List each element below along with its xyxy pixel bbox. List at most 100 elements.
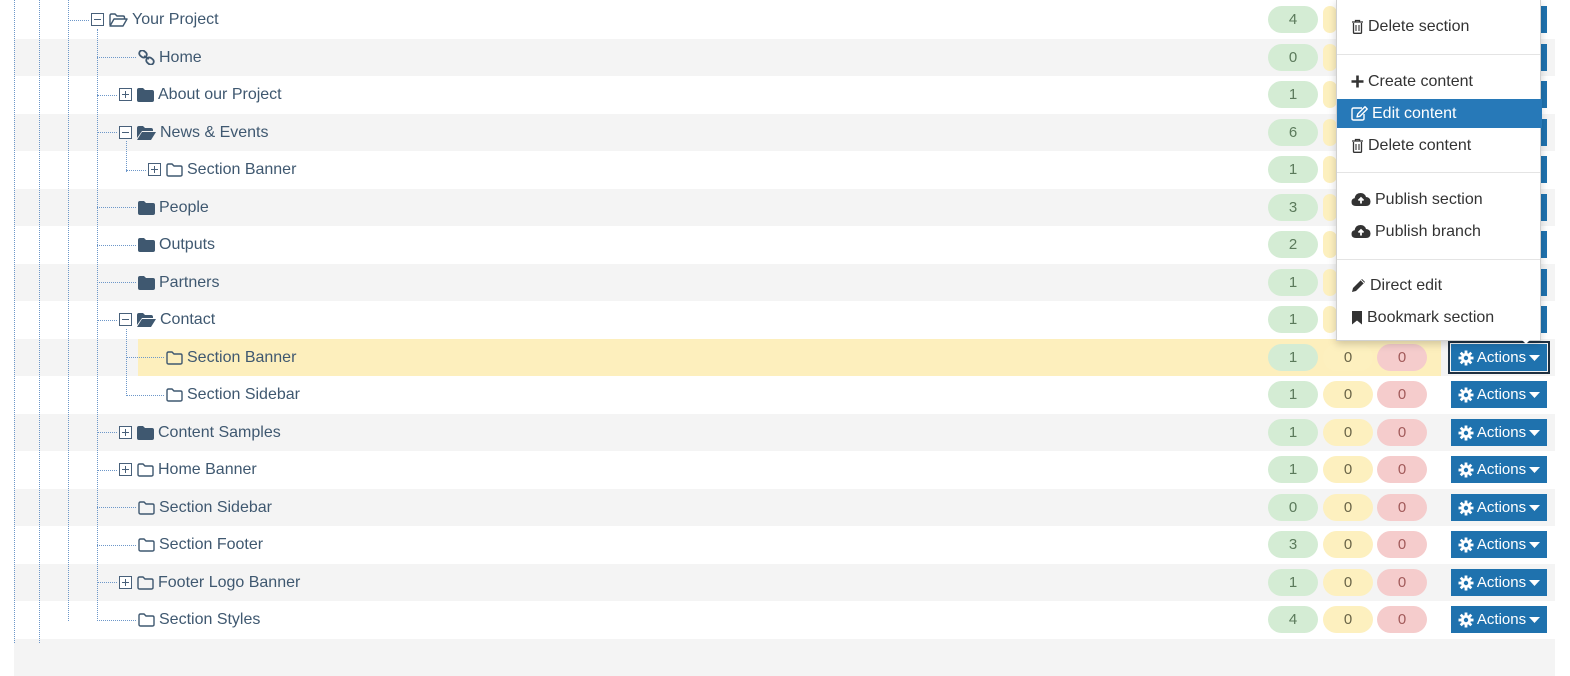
expand-toggle-icon[interactable] — [119, 576, 132, 589]
tree-connector — [68, 20, 89, 21]
actions-button[interactable]: Actions — [1451, 419, 1547, 446]
collapse-toggle-icon[interactable] — [119, 126, 132, 139]
menu-item-direct-edit[interactable]: Direct edit — [1337, 271, 1542, 300]
error-count-badge: 0 — [1377, 381, 1427, 408]
tree-node-label[interactable]: Footer Logo Banner — [158, 574, 300, 592]
actions-button[interactable]: Actions — [1451, 531, 1547, 558]
folder-outline-icon — [137, 575, 154, 590]
caret-down-icon — [1529, 429, 1541, 436]
tree-node-label[interactable]: Content Samples — [158, 424, 281, 442]
published-count-badge: 1 — [1268, 344, 1318, 371]
draft-count-badge: 0 — [1323, 494, 1373, 521]
tree-node[interactable]: News & Events — [119, 114, 268, 151]
menu-item-delete-section[interactable]: Delete section — [1337, 12, 1542, 41]
tree-node-label[interactable]: People — [159, 199, 209, 217]
menu-item-label: Create content — [1368, 72, 1473, 90]
tree-node-label[interactable]: Outputs — [159, 236, 215, 254]
actions-button-label: Actions — [1476, 499, 1527, 516]
tree-connector — [126, 170, 146, 171]
section-tree: Your Project 4 Home 0 About our Project 1 News… — [0, 0, 1570, 676]
cloud-upload-icon — [1351, 224, 1375, 239]
tree-node-label[interactable]: Contact — [160, 311, 215, 329]
published-count-badge: 4 — [1268, 606, 1318, 633]
expand-toggle-icon[interactable] — [119, 88, 132, 101]
folder-solid-icon — [138, 275, 155, 290]
tree-node-label[interactable]: Partners — [159, 274, 219, 292]
tree-node[interactable]: People — [138, 189, 209, 226]
tree-node-label[interactable]: Home — [159, 49, 202, 67]
tree-node-label[interactable]: Home Banner — [158, 461, 257, 479]
draft-count-badge — [1323, 6, 1337, 33]
tree-node[interactable]: Section Banner — [166, 339, 296, 376]
tree-guide-line — [39, 0, 40, 643]
gear-icon — [1458, 462, 1474, 478]
tree-node-label[interactable]: Your Project — [132, 11, 219, 29]
menu-item-edit-content[interactable]: Edit content — [1337, 99, 1542, 128]
collapse-toggle-icon[interactable] — [91, 13, 104, 26]
draft-count-badge: 0 — [1323, 456, 1373, 483]
tree-node[interactable]: Section Footer — [138, 526, 263, 563]
tree-node[interactable]: Footer Logo Banner — [119, 564, 300, 601]
tree-node[interactable]: Section Sidebar — [138, 489, 272, 526]
tree-node[interactable]: Section Sidebar — [166, 376, 300, 413]
menu-item-create-content[interactable]: Create content — [1337, 67, 1542, 96]
folder-open-solid-icon — [137, 312, 156, 327]
menu-item-publish-section[interactable]: Publish section — [1337, 185, 1542, 214]
tree-node-label[interactable]: Section Sidebar — [187, 386, 300, 404]
menu-item-delete-content[interactable]: Delete content — [1337, 131, 1542, 160]
actions-button[interactable] — [1541, 156, 1547, 183]
actions-button[interactable]: Actions — [1451, 606, 1547, 633]
tree-node-label[interactable]: Section Styles — [159, 611, 260, 629]
folder-open-outline-icon — [109, 12, 128, 27]
draft-count-badge — [1323, 194, 1337, 221]
tree-node-label[interactable]: News & Events — [160, 124, 268, 142]
tree-node[interactable]: Section Styles — [138, 601, 260, 638]
actions-button-label: Actions — [1476, 574, 1527, 591]
tree-row — [14, 639, 1555, 676]
draft-count-badge — [1323, 119, 1337, 146]
tree-node[interactable]: Content Samples — [119, 414, 281, 451]
collapse-toggle-icon[interactable] — [119, 313, 132, 326]
expand-toggle-icon[interactable] — [148, 163, 161, 176]
tree-node[interactable]: Your Project — [91, 1, 219, 38]
link-icon — [138, 50, 155, 65]
menu-divider — [1337, 259, 1540, 260]
tree-node-label[interactable]: Section Sidebar — [159, 499, 272, 517]
draft-count-badge — [1323, 306, 1337, 333]
tree-node[interactable]: Home Banner — [119, 451, 257, 488]
draft-count-badge: 0 — [1323, 531, 1373, 558]
tree-guide-line — [126, 329, 127, 396]
tree-node[interactable]: Contact — [119, 301, 215, 338]
tree-connector — [97, 432, 117, 433]
folder-outline-icon — [137, 462, 154, 477]
expand-toggle-icon[interactable] — [119, 426, 132, 439]
actions-button[interactable]: Actions — [1451, 456, 1547, 483]
folder-solid-icon — [137, 87, 154, 102]
tree-node-label[interactable]: Section Banner — [187, 161, 296, 179]
actions-button-label: Actions — [1476, 424, 1527, 441]
selected-row-highlight — [138, 339, 1441, 376]
menu-item-bookmark-section[interactable]: Bookmark section — [1337, 303, 1542, 332]
tree-node-label[interactable]: Section Footer — [159, 536, 263, 554]
tree-node[interactable]: Home — [138, 39, 202, 76]
published-count-badge: 1 — [1268, 156, 1318, 183]
tree-node-label[interactable]: About our Project — [158, 86, 282, 104]
menu-item-publish-branch[interactable]: Publish branch — [1337, 217, 1542, 246]
published-count-badge: 1 — [1268, 456, 1318, 483]
tree-node[interactable]: Outputs — [138, 226, 215, 263]
tree-node[interactable]: About our Project — [119, 76, 282, 113]
actions-button[interactable]: Actions — [1451, 494, 1547, 521]
actions-button[interactable]: Actions — [1451, 569, 1547, 596]
tree-node[interactable]: Partners — [138, 264, 219, 301]
caret-down-icon — [1529, 466, 1541, 473]
published-count-badge: 2 — [1268, 231, 1318, 258]
tree-node-label[interactable]: Section Banner — [187, 349, 296, 367]
error-count-badge: 0 — [1377, 419, 1427, 446]
expand-toggle-icon[interactable] — [119, 463, 132, 476]
actions-button[interactable]: Actions — [1451, 381, 1547, 408]
tree-node[interactable]: Section Banner — [148, 151, 296, 188]
menu-item-label: Edit content — [1372, 104, 1457, 122]
gear-icon — [1458, 387, 1474, 403]
published-count-badge: 0 — [1268, 494, 1318, 521]
actions-button[interactable]: Actions — [1448, 341, 1550, 374]
